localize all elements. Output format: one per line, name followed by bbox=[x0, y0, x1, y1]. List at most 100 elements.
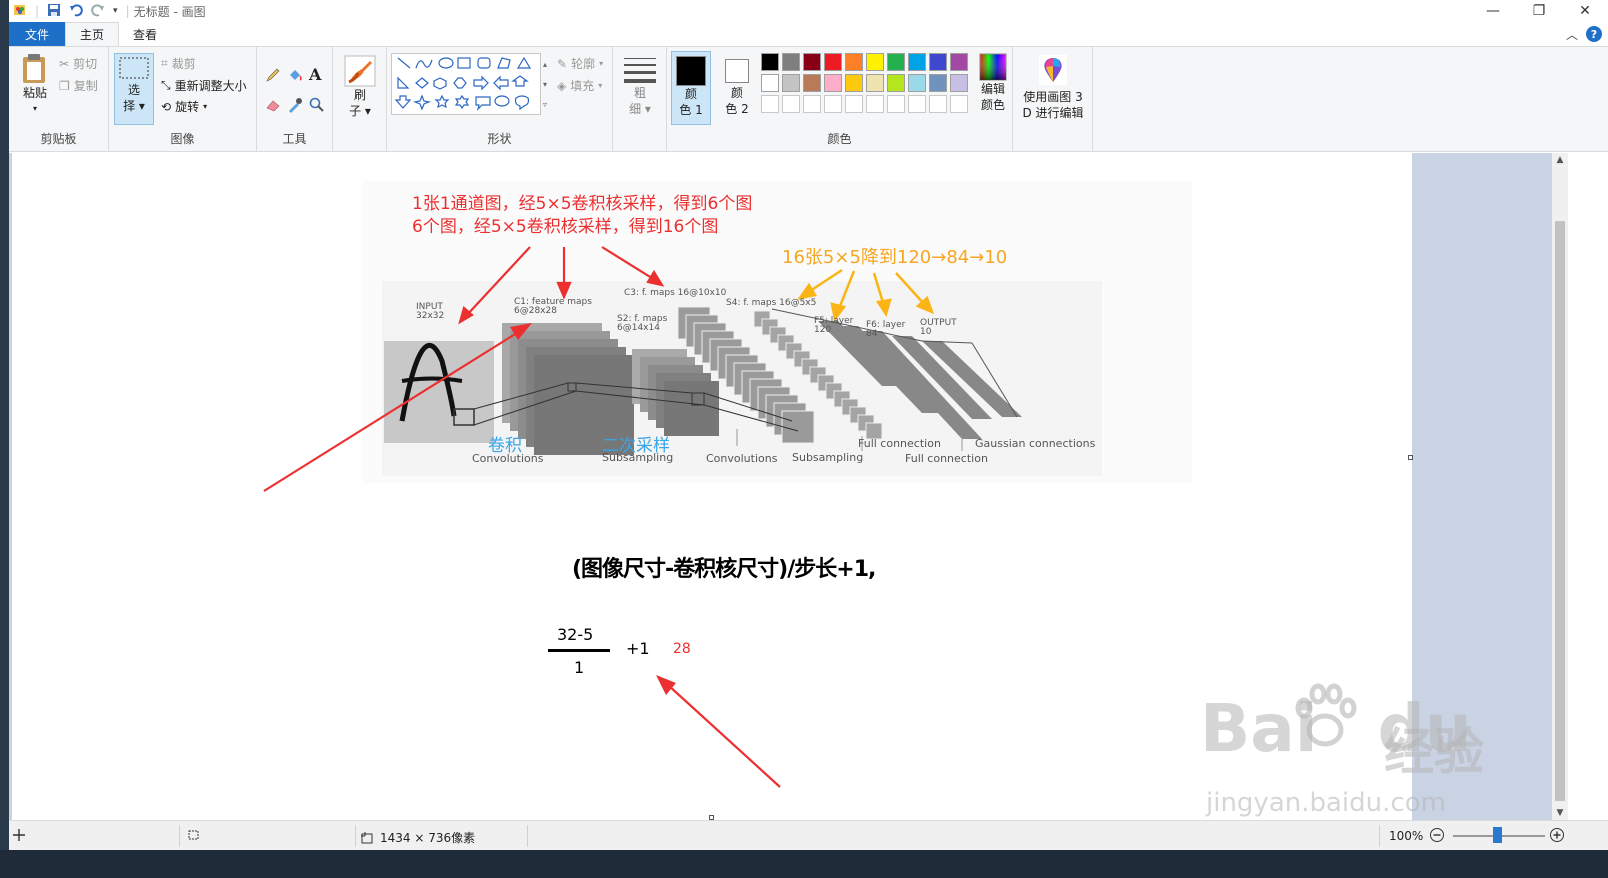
palette-swatch[interactable] bbox=[866, 53, 884, 71]
color-picker-icon[interactable] bbox=[287, 97, 303, 113]
collapse-ribbon-icon[interactable]: ︿ bbox=[1566, 26, 1578, 43]
image-group: 选 择 ▾ ⌗ 裁剪 ⤡ 重新调整大小 ⟲ 旋转 ▾ 图像 bbox=[109, 47, 257, 151]
ribbon: 粘贴 ▾ ✂ 剪切 ❐ 复制 剪贴板 选 择 ▾ ⌗ 裁剪 ⤡ 重新调整大小 ⟲ 旋转 ▾ … bbox=[9, 46, 1608, 152]
zoom-in-icon[interactable] bbox=[1549, 827, 1565, 843]
pencil-icon[interactable] bbox=[265, 67, 281, 83]
palette-swatch[interactable] bbox=[782, 53, 800, 71]
red-arrow-long bbox=[263, 323, 532, 492]
copy-button[interactable]: ❐ 复制 bbox=[59, 77, 98, 94]
zoom-level: 100% bbox=[1389, 829, 1424, 843]
scrollbar-thumb[interactable] bbox=[1555, 221, 1565, 801]
crop-button[interactable]: ⌗ 裁剪 bbox=[161, 55, 196, 72]
paint3d-icon bbox=[1039, 55, 1067, 85]
label-convolutions-2: Convolutions bbox=[706, 452, 778, 465]
color1-button[interactable]: 颜 色 1 bbox=[671, 51, 711, 125]
shapes-gallery-scroll[interactable]: ▴ ▾ ▿ bbox=[543, 55, 547, 115]
colors-group: 颜 色 1 颜 色 2 编辑 颜色 颜色 bbox=[667, 47, 1013, 151]
background-window-strip bbox=[0, 0, 9, 878]
color2-button[interactable]: 颜 色 2 bbox=[717, 51, 757, 125]
palette-swatch[interactable] bbox=[845, 53, 863, 71]
line-thickness-icon bbox=[624, 58, 656, 83]
palette-swatch[interactable] bbox=[950, 95, 968, 113]
palette-swatch[interactable] bbox=[824, 53, 842, 71]
resize-button[interactable]: ⤡ 重新调整大小 bbox=[161, 77, 247, 94]
shapes-gallery[interactable] bbox=[391, 53, 541, 115]
palette-swatch[interactable] bbox=[887, 95, 905, 113]
palette-swatch[interactable] bbox=[782, 74, 800, 92]
palette-swatch[interactable] bbox=[908, 95, 926, 113]
canvas-size-icon bbox=[361, 831, 373, 843]
watermark-cn: 经验 bbox=[1384, 723, 1484, 781]
palette-swatch[interactable] bbox=[929, 74, 947, 92]
outline-button[interactable]: ✎ 轮廓 ▾ bbox=[557, 55, 603, 72]
fill-icon: ◈ bbox=[557, 78, 567, 93]
palette-swatch[interactable] bbox=[929, 95, 947, 113]
copy-icon: ❐ bbox=[59, 78, 70, 93]
palette-swatch[interactable] bbox=[761, 53, 779, 71]
paste-button[interactable]: 粘贴 ▾ bbox=[15, 53, 55, 117]
palette-swatch[interactable] bbox=[824, 74, 842, 92]
label-output: OUTPUT 10 bbox=[920, 318, 957, 337]
tab-file[interactable]: 文件 bbox=[9, 22, 65, 46]
tab-view[interactable]: 查看 bbox=[119, 22, 171, 46]
edit-colors-button[interactable]: 编辑 颜色 bbox=[973, 53, 1013, 113]
palette-swatch[interactable] bbox=[908, 53, 926, 71]
fill-button[interactable]: ◈ 填充 ▾ bbox=[557, 77, 602, 94]
palette-swatch[interactable] bbox=[803, 95, 821, 113]
help-icon[interactable]: ? bbox=[1586, 26, 1602, 42]
palette-swatch[interactable] bbox=[866, 74, 884, 92]
brushes-button[interactable]: 刷 子 ▾ bbox=[341, 55, 379, 119]
eraser-icon[interactable] bbox=[265, 97, 281, 113]
text-tool-icon[interactable]: A bbox=[309, 65, 321, 84]
palette-swatch[interactable] bbox=[950, 74, 968, 92]
tools-group-label: 工具 bbox=[282, 132, 307, 146]
rotate-button[interactable]: ⟲ 旋转 ▾ bbox=[161, 98, 207, 115]
palette-swatch[interactable] bbox=[803, 53, 821, 71]
zoom-slider-thumb[interactable] bbox=[1493, 827, 1502, 843]
red-arrow-short bbox=[656, 675, 781, 788]
select-button[interactable]: 选 择 ▾ bbox=[114, 53, 154, 125]
palette-swatch[interactable] bbox=[761, 95, 779, 113]
annotation-fc-layers: 16张5×5降到120→84→10 bbox=[782, 247, 1008, 268]
edit-with-paint3d-button[interactable]: 使用画图 3 D 进行编辑 bbox=[1017, 55, 1089, 121]
restore-button[interactable]: ❐ bbox=[1516, 0, 1562, 22]
undo-icon[interactable] bbox=[69, 3, 83, 20]
palette-swatch[interactable] bbox=[782, 95, 800, 113]
canvas-resize-handle-right[interactable] bbox=[1408, 455, 1413, 460]
cut-button[interactable]: ✂ 剪切 bbox=[59, 55, 97, 72]
close-button[interactable]: ✕ bbox=[1562, 0, 1608, 22]
palette-swatch[interactable] bbox=[929, 53, 947, 71]
tab-home[interactable]: 主页 bbox=[65, 22, 120, 46]
palette-swatch[interactable] bbox=[845, 74, 863, 92]
palette-swatch[interactable] bbox=[803, 74, 821, 92]
palette-swatch[interactable] bbox=[845, 95, 863, 113]
palette-swatch[interactable] bbox=[887, 53, 905, 71]
scroll-up-icon[interactable]: ▲ bbox=[1552, 155, 1568, 165]
shapes-group-label: 形状 bbox=[487, 132, 512, 146]
zoom-out-icon[interactable] bbox=[1429, 827, 1445, 843]
save-icon[interactable] bbox=[47, 3, 61, 20]
size-button[interactable]: 粗 细 ▾ bbox=[621, 55, 659, 117]
minimize-button[interactable]: — bbox=[1470, 0, 1516, 22]
scissors-icon: ✂ bbox=[59, 56, 70, 71]
palette-swatch[interactable] bbox=[950, 53, 968, 71]
taskbar bbox=[0, 850, 1608, 878]
canvas-size: 1434 × 736像素 bbox=[361, 829, 475, 846]
label-c3: C3: f. maps 16@10x10 bbox=[624, 288, 727, 298]
scroll-down-icon[interactable]: ▼ bbox=[1552, 808, 1568, 818]
palette-swatch[interactable] bbox=[824, 95, 842, 113]
palette-swatch[interactable] bbox=[866, 95, 884, 113]
colors-group-label: 颜色 bbox=[827, 132, 852, 146]
redo-icon[interactable] bbox=[91, 3, 105, 20]
vertical-scrollbar[interactable]: ▲ ▼ bbox=[1552, 153, 1568, 820]
customize-toolbar-icon[interactable]: ▾ bbox=[113, 6, 118, 16]
magnifier-icon[interactable] bbox=[309, 97, 325, 113]
fraction-denominator: 1 bbox=[574, 658, 585, 677]
size-group: 粗 细 ▾ bbox=[613, 47, 667, 151]
palette-swatch[interactable] bbox=[908, 74, 926, 92]
fill-bucket-icon[interactable] bbox=[287, 67, 303, 83]
outline-icon: ✎ bbox=[557, 56, 568, 71]
palette-swatch[interactable] bbox=[761, 74, 779, 92]
palette-swatch[interactable] bbox=[887, 74, 905, 92]
color1-swatch bbox=[676, 56, 706, 86]
